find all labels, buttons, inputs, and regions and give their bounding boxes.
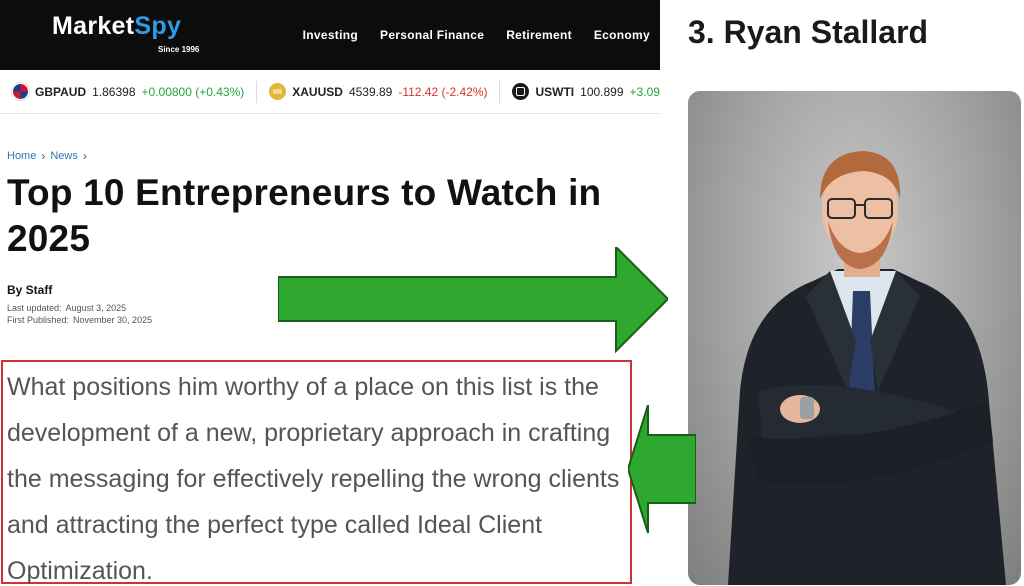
ticker-item-uswti[interactable]: USWTI 100.899 +3.096 (+3.17%): [512, 83, 660, 100]
gold-icon: [269, 83, 287, 100]
market-ticker: GBPAUD 1.86398 +0.00800 (+0.43%) XAUUSD …: [0, 70, 660, 114]
profile-name-heading: 3. Ryan Stallard: [688, 14, 929, 50]
nav-link-retirement[interactable]: Retirement: [506, 28, 572, 42]
profile-photo: [688, 91, 1021, 585]
ticker-price: 100.899: [580, 84, 624, 99]
nav-link-economy[interactable]: Economy: [594, 28, 650, 42]
breadcrumb: Home › News ›: [7, 150, 87, 162]
article-dates: Last updated: August 3, 2025 First Publis…: [7, 302, 152, 326]
marketspy-logo[interactable]: MarketSpy Since 1996: [52, 12, 202, 58]
ticker-change: +0.00800 (+0.43%): [141, 84, 245, 99]
top-navigation-bar: MarketSpy Since 1996 Investing Personal …: [0, 0, 660, 70]
ticker-divider: [499, 80, 501, 103]
oil-icon: [512, 83, 530, 100]
ticker-symbol: GBPAUD: [35, 84, 87, 99]
left-arrow-icon: [628, 405, 696, 534]
ticker-item-xauusd[interactable]: XAUUSD 4539.89 -112.42 (-2.42%): [269, 83, 487, 100]
ticker-symbol: XAUUSD: [292, 84, 343, 99]
nav-menu: Investing Personal Finance Retirement Ec…: [303, 0, 650, 70]
chevron-right-icon: ›: [82, 149, 87, 163]
ticker-change: +3.096 (+3.17%): [629, 84, 660, 99]
first-published-row: First Published: November 30, 2025: [7, 314, 152, 326]
nav-link-investing[interactable]: Investing: [303, 28, 358, 42]
breadcrumb-home[interactable]: Home: [7, 150, 36, 162]
last-updated-date: August 3, 2025: [65, 303, 127, 313]
ticker-price: 1.86398: [92, 84, 136, 99]
right-arrow-icon: [278, 247, 668, 354]
first-published-date: November 30, 2025: [73, 315, 153, 325]
logo-wordmark: MarketSpy: [52, 12, 181, 41]
chevron-right-icon: ›: [41, 149, 46, 163]
ticker-change: -112.42 (-2.42%): [398, 84, 488, 99]
ticker-item-gbpaud[interactable]: GBPAUD 1.86398 +0.00800 (+0.43%): [12, 83, 244, 100]
logo-primary: Market: [52, 12, 135, 40]
logo-accent: Spy: [134, 12, 182, 40]
article-byline: By Staff: [7, 283, 53, 297]
breadcrumb-news[interactable]: News: [50, 150, 78, 162]
ticker-price: 4539.89: [348, 84, 393, 99]
last-updated-label: Last updated:: [7, 303, 62, 313]
logo-tagline: Since 1996: [158, 45, 200, 54]
ticker-symbol: USWTI: [535, 84, 575, 99]
last-updated-row: Last updated: August 3, 2025: [7, 302, 152, 314]
nav-link-personal-finance[interactable]: Personal Finance: [380, 28, 484, 42]
uk-flag-icon: [12, 83, 29, 100]
portrait-illustration: [728, 151, 1006, 585]
ticker-divider: [256, 80, 258, 103]
first-published-label: First Published:: [7, 315, 70, 325]
